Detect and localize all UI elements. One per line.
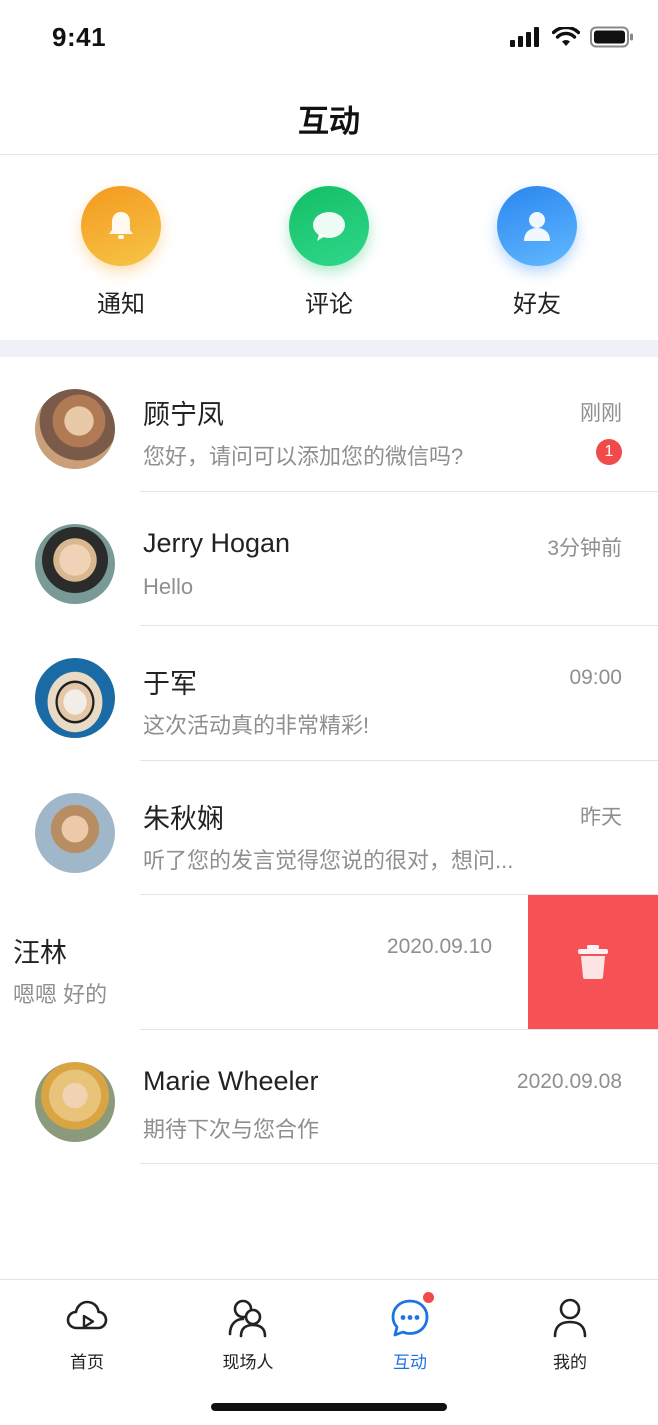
- avatar: [35, 658, 115, 738]
- comment-icon: [289, 186, 369, 266]
- chat-message: Hello: [143, 573, 194, 599]
- quick-action-label: 通知: [97, 291, 145, 318]
- avatar: [35, 389, 115, 469]
- chat-name: Jerry Hogan: [143, 527, 291, 558]
- chat-time: 刚刚: [580, 402, 622, 425]
- chat-name: Marie Wheeler: [143, 1065, 319, 1096]
- chat-message: 您好，请问可以添加您的微信吗?: [143, 444, 464, 469]
- user-icon: [497, 186, 577, 266]
- status-time: 9:41: [52, 22, 107, 52]
- tab-label: 首页: [70, 1353, 104, 1372]
- battery-icon: [590, 26, 633, 48]
- chat-time: 09:00: [569, 666, 622, 689]
- chat-name: 顾宁凤: [143, 400, 224, 430]
- status-bar: 9:41: [0, 0, 658, 80]
- tab-people[interactable]: 现场人: [198, 1296, 298, 1373]
- avatar: [35, 1061, 115, 1142]
- home-cloud-icon: [65, 1296, 109, 1340]
- chat-bubble-icon: [388, 1292, 434, 1340]
- chat-name: 汪林: [13, 938, 67, 968]
- delete-button[interactable]: [528, 895, 658, 1030]
- quick-action-comments[interactable]: 评论: [269, 186, 389, 319]
- tab-label: 我的: [553, 1353, 587, 1372]
- chat-message: 期待下次与您合作: [143, 1116, 320, 1142]
- quick-action-notifications[interactable]: 通知: [61, 186, 181, 319]
- chat-name: 朱秋娴: [143, 803, 224, 834]
- home-indicator: [211, 1403, 447, 1411]
- status-icons: [510, 26, 634, 48]
- notification-dot: [423, 1292, 434, 1303]
- wifi-icon: [552, 27, 580, 46]
- people-icon: [226, 1296, 270, 1340]
- chat-item-content[interactable]: 汪林 嗯嗯 好的 2020.09.10: [0, 895, 528, 1030]
- chat-message: 听了您的发言觉得您说的很对，想问...: [143, 847, 514, 873]
- avatar: [35, 792, 115, 873]
- chat-item[interactable]: Jerry Hogan Hello 3分钟前: [0, 492, 658, 626]
- header: 互动: [0, 80, 658, 155]
- chat-list: 顾宁凤 您好，请问可以添加您的微信吗? 刚刚 1 Jerry Hogan Hel…: [0, 357, 658, 1164]
- chat-time: 昨天: [580, 805, 622, 829]
- signal-icon: [510, 27, 539, 47]
- chat-item-swiped[interactable]: 汪林 嗯嗯 好的 2020.09.10: [0, 895, 658, 1030]
- tab-home[interactable]: 首页: [37, 1296, 137, 1373]
- section-divider: [0, 340, 658, 357]
- chat-time: 2020.09.08: [516, 1069, 622, 1093]
- quick-actions: 通知 评论 好友: [0, 155, 658, 340]
- page-title: 互动: [298, 104, 360, 139]
- chat-message: 嗯嗯 好的: [13, 982, 108, 1007]
- unread-badge: 1: [596, 439, 622, 465]
- bell-icon: [81, 186, 161, 266]
- chat-item[interactable]: Marie Wheeler 期待下次与您合作 2020.09.08: [0, 1030, 658, 1164]
- tab-label: 互动: [393, 1353, 427, 1372]
- quick-action-label: 评论: [305, 291, 353, 318]
- chat-message: 这次活动真的非常精彩!: [143, 713, 370, 738]
- chat-item[interactable]: 于军 这次活动真的非常精彩! 09:00: [0, 626, 658, 761]
- row-divider: [140, 1163, 658, 1164]
- quick-action-label: 好友: [513, 291, 561, 318]
- tab-label: 现场人: [222, 1353, 274, 1372]
- chat-item[interactable]: 朱秋娴 听了您的发言觉得您说的很对，想问... 昨天: [0, 761, 658, 895]
- chat-time: 2020.09.10: [386, 935, 492, 958]
- chat-item[interactable]: 顾宁凤 您好，请问可以添加您的微信吗? 刚刚 1: [0, 357, 658, 492]
- chat-name: 于军: [143, 669, 197, 699]
- trash-icon: [578, 945, 608, 980]
- profile-icon: [548, 1296, 592, 1340]
- tab-profile[interactable]: 我的: [520, 1296, 620, 1373]
- avatar: [35, 523, 115, 604]
- quick-action-friends[interactable]: 好友: [477, 186, 597, 319]
- tab-interaction[interactable]: 互动: [360, 1292, 460, 1373]
- chat-time: 3分钟前: [547, 536, 622, 560]
